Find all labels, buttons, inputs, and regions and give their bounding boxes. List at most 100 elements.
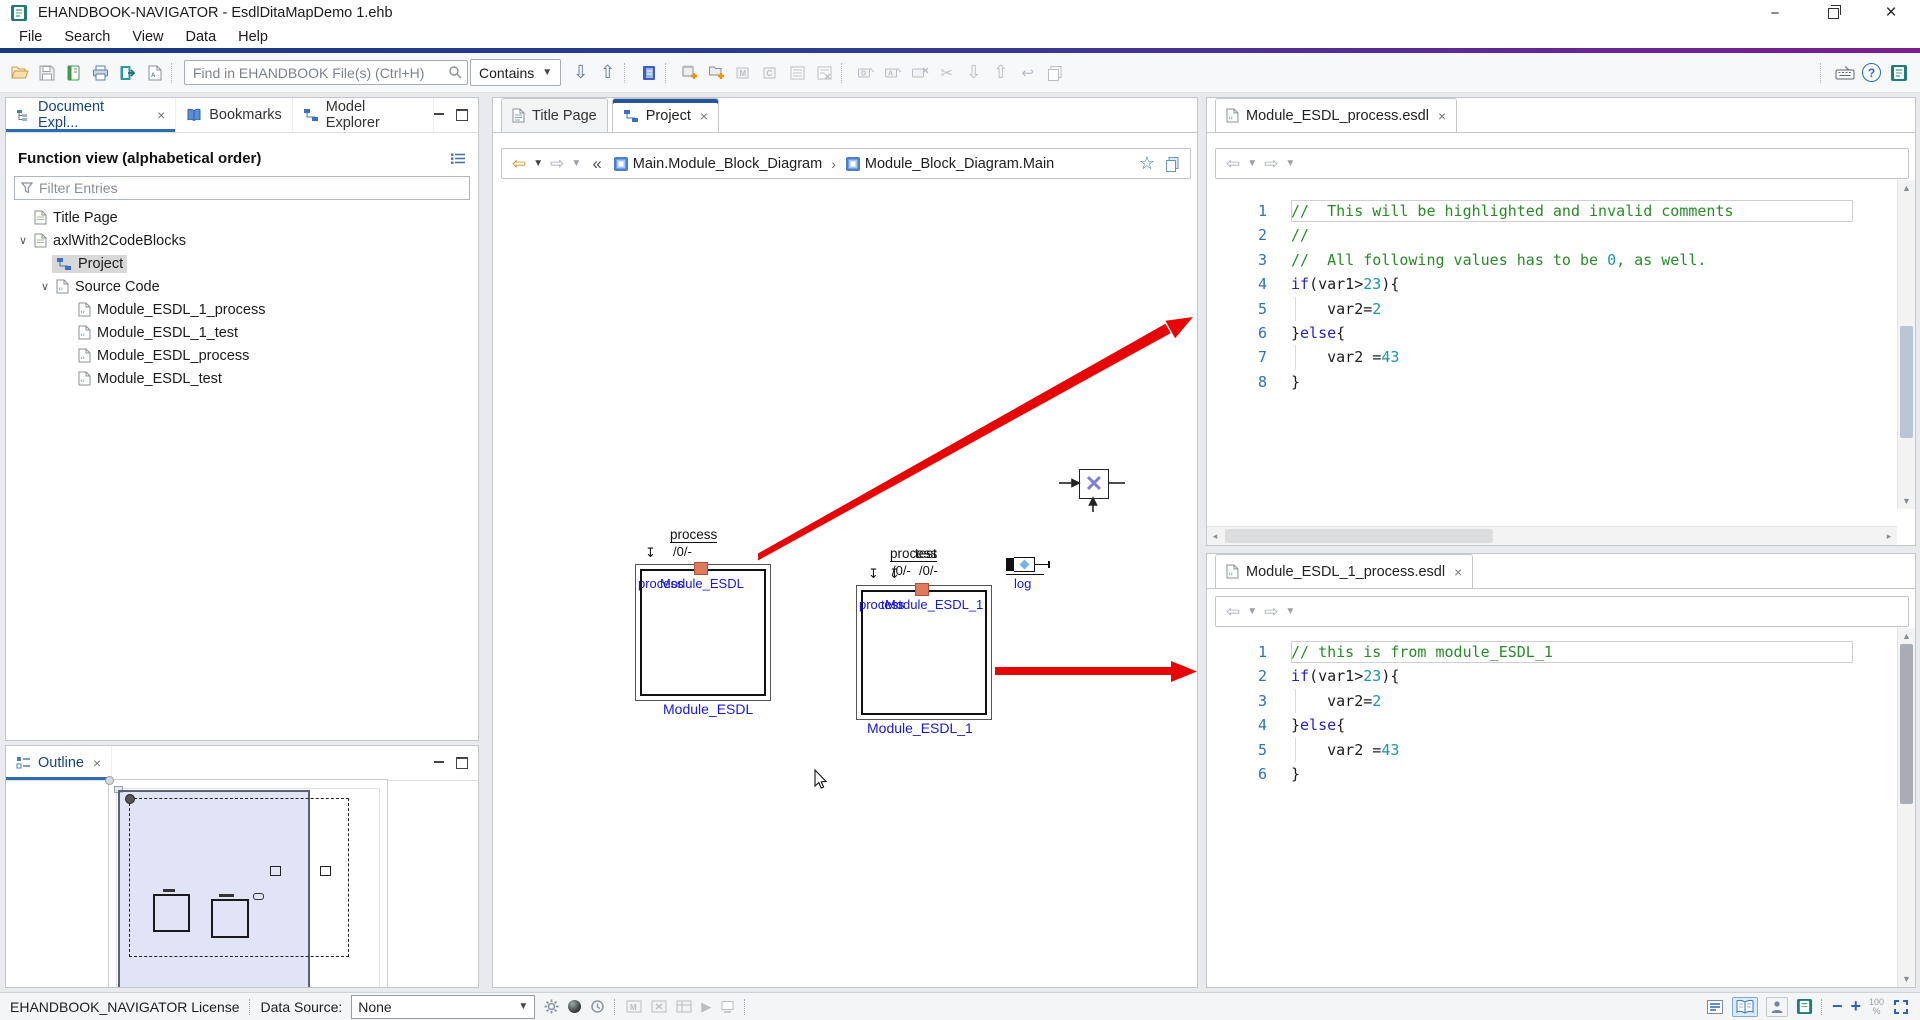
horizontal-scrollbar[interactable]: ◂ ▸ [1207, 526, 1897, 545]
minimize-button[interactable]: − [1746, 0, 1804, 26]
refresh-clock-icon[interactable] [590, 999, 605, 1014]
scroll-down-icon[interactable]: ▼ [1898, 493, 1915, 509]
zoom-level-icon[interactable]: 100% [1869, 998, 1884, 1016]
add-module-icon[interactable] [676, 60, 703, 86]
menu-file[interactable]: File [8, 29, 53, 45]
zoom-in-icon[interactable]: + [1850, 996, 1861, 1017]
tab-module-esdl-process[interactable]: ‹› Module_ESDL_process.esdl× [1215, 98, 1457, 132]
tab-module-esdl-1-process[interactable]: ‹› Module_ESDL_1_process.esdl× [1215, 554, 1473, 588]
app-book-icon[interactable] [1885, 60, 1912, 86]
handbook-icon[interactable] [60, 60, 87, 86]
menu-view[interactable]: View [121, 29, 174, 45]
close-button[interactable]: × [1862, 0, 1920, 26]
module-m-icon[interactable]: M [730, 60, 757, 86]
tree-item-source-code[interactable]: ∨‹›Source Code [8, 275, 476, 298]
close-icon[interactable]: × [1454, 564, 1462, 580]
save-icon[interactable] [33, 60, 60, 86]
forward-icon[interactable]: ⇨ [1264, 154, 1278, 174]
tree-item-label: Module_ESDL_1_process [97, 302, 265, 318]
find-previous-icon[interactable]: ⇧ [594, 60, 621, 86]
move-up-icon[interactable]: ⇧ [987, 60, 1014, 86]
scroll-left-icon[interactable]: ◂ [1207, 528, 1223, 544]
chevron-expanded-icon[interactable]: ∨ [38, 280, 52, 293]
contains-dropdown[interactable]: Contains▼ [470, 59, 561, 86]
book-view-icon[interactable] [1732, 997, 1758, 1017]
scrollbar-thumb[interactable] [1900, 644, 1913, 804]
tree-item-module-esdl-1-process[interactable]: ‹›Module_ESDL_1_process [8, 298, 476, 321]
app-view-icon[interactable] [1796, 998, 1813, 1015]
restore-button[interactable] [1804, 0, 1862, 26]
scroll-up-icon[interactable]: ▲ [1898, 180, 1915, 196]
menu-help[interactable]: Help [227, 29, 279, 45]
fit-screen-icon[interactable] [1892, 998, 1910, 1016]
maximize-panel-icon[interactable] [456, 109, 468, 121]
tree-item-module-esdl-1-test[interactable]: ‹›Module_ESDL_1_test [8, 321, 476, 344]
pdf-export-icon[interactable]: A [141, 60, 168, 86]
tree-item-project[interactable]: Project [8, 252, 476, 275]
chevron-expanded-icon[interactable]: ∨ [16, 234, 30, 247]
minimize-panel-icon[interactable] [434, 113, 444, 123]
tab-document-explorer[interactable]: Document Expl...× [6, 98, 176, 132]
open-file-icon[interactable] [6, 60, 33, 86]
tree-item-axlwith2codeblocks[interactable]: ∨axlWith2CodeBlocks [8, 229, 476, 252]
list-remove-icon[interactable] [811, 60, 838, 86]
label-a-icon[interactable]: A [879, 60, 906, 86]
back-icon[interactable]: ⇦ [1226, 154, 1240, 174]
tree-item-module-esdl-test[interactable]: ‹›Module_ESDL_test [8, 367, 476, 390]
vertical-scrollbar[interactable]: ▲ ▼ [1897, 628, 1915, 987]
keyboard-icon[interactable] [1831, 60, 1858, 86]
label-x-icon[interactable] [906, 60, 933, 86]
code-editor-bottom[interactable]: 1// this is from module_ESDL_12if(var1>2… [1207, 634, 1881, 786]
forward-history-icon[interactable]: ▼ [1285, 158, 1295, 169]
tree-item-title-page[interactable]: Title Page [8, 206, 476, 229]
scrollbar-thumb[interactable] [1225, 529, 1493, 543]
status-bar: EHANDBOOK_NAVIGATOR License Data Source:… [0, 992, 1920, 1020]
view-menu-icon[interactable] [450, 152, 466, 165]
find-next-icon[interactable]: ⇩ [567, 60, 594, 86]
tree-item-module-esdl-process[interactable]: ‹›Module_ESDL_process [8, 344, 476, 367]
single-page-view-icon[interactable] [1706, 999, 1724, 1015]
zoom-out-icon[interactable]: − [1832, 996, 1843, 1017]
forward-icon[interactable]: ⇨ [1264, 602, 1278, 622]
code-editor-top[interactable]: 1// This will be highlighted and invalid… [1207, 186, 1881, 394]
back-history-icon[interactable]: ▼ [1247, 606, 1257, 617]
module-refresh-icon[interactable]: C [757, 60, 784, 86]
open-ebook-icon[interactable] [635, 60, 662, 86]
restore-default-icon[interactable]: ↩ [1014, 60, 1041, 86]
add-folder-icon[interactable] [703, 60, 730, 86]
settings-gear-icon[interactable] [544, 999, 559, 1014]
code-line-5: 5 var2=2 [1207, 297, 1881, 321]
data-sphere-icon[interactable] [568, 1000, 581, 1013]
menu-data[interactable]: Data [175, 29, 228, 45]
datasource-select[interactable]: None▼ [351, 995, 535, 1019]
scroll-up-icon[interactable]: ▲ [1898, 628, 1915, 644]
maximize-panel-icon[interactable] [456, 757, 468, 769]
help-icon[interactable]: ? [1858, 60, 1885, 86]
back-icon[interactable]: ⇦ [1226, 602, 1240, 622]
print-icon[interactable] [87, 60, 114, 86]
export-handbook-icon[interactable] [114, 60, 141, 86]
tab-bookmarks[interactable]: Bookmarks [176, 98, 293, 132]
tab-model-explorer[interactable]: Model Explorer [293, 98, 434, 132]
close-icon[interactable]: × [1438, 108, 1446, 124]
tab-outline[interactable]: Outline× [6, 746, 112, 780]
label-d-icon[interactable]: D [852, 60, 879, 86]
reader-view-icon[interactable] [1766, 997, 1788, 1017]
search-input[interactable] [184, 60, 468, 85]
scrollbar-thumb[interactable] [1900, 326, 1913, 438]
minimize-panel-icon[interactable] [434, 761, 444, 771]
close-icon[interactable]: × [93, 755, 101, 771]
close-icon[interactable]: × [157, 107, 165, 123]
filter-entries-input[interactable]: Filter Entries [14, 176, 470, 200]
menu-search[interactable]: Search [53, 29, 121, 45]
scroll-right-icon[interactable]: ▸ [1881, 528, 1897, 544]
scroll-down-icon[interactable]: ▼ [1898, 971, 1915, 987]
line-number: 1 [1207, 640, 1289, 664]
cut-icon[interactable]: ✂ [933, 60, 960, 86]
copy-view-icon[interactable] [1041, 60, 1068, 86]
list-view-icon[interactable] [784, 60, 811, 86]
back-history-icon[interactable]: ▼ [1247, 158, 1257, 169]
vertical-scrollbar[interactable]: ▲ ▼ [1897, 180, 1915, 509]
forward-history-icon[interactable]: ▼ [1285, 606, 1295, 617]
move-down-icon[interactable]: ⇩ [960, 60, 987, 86]
